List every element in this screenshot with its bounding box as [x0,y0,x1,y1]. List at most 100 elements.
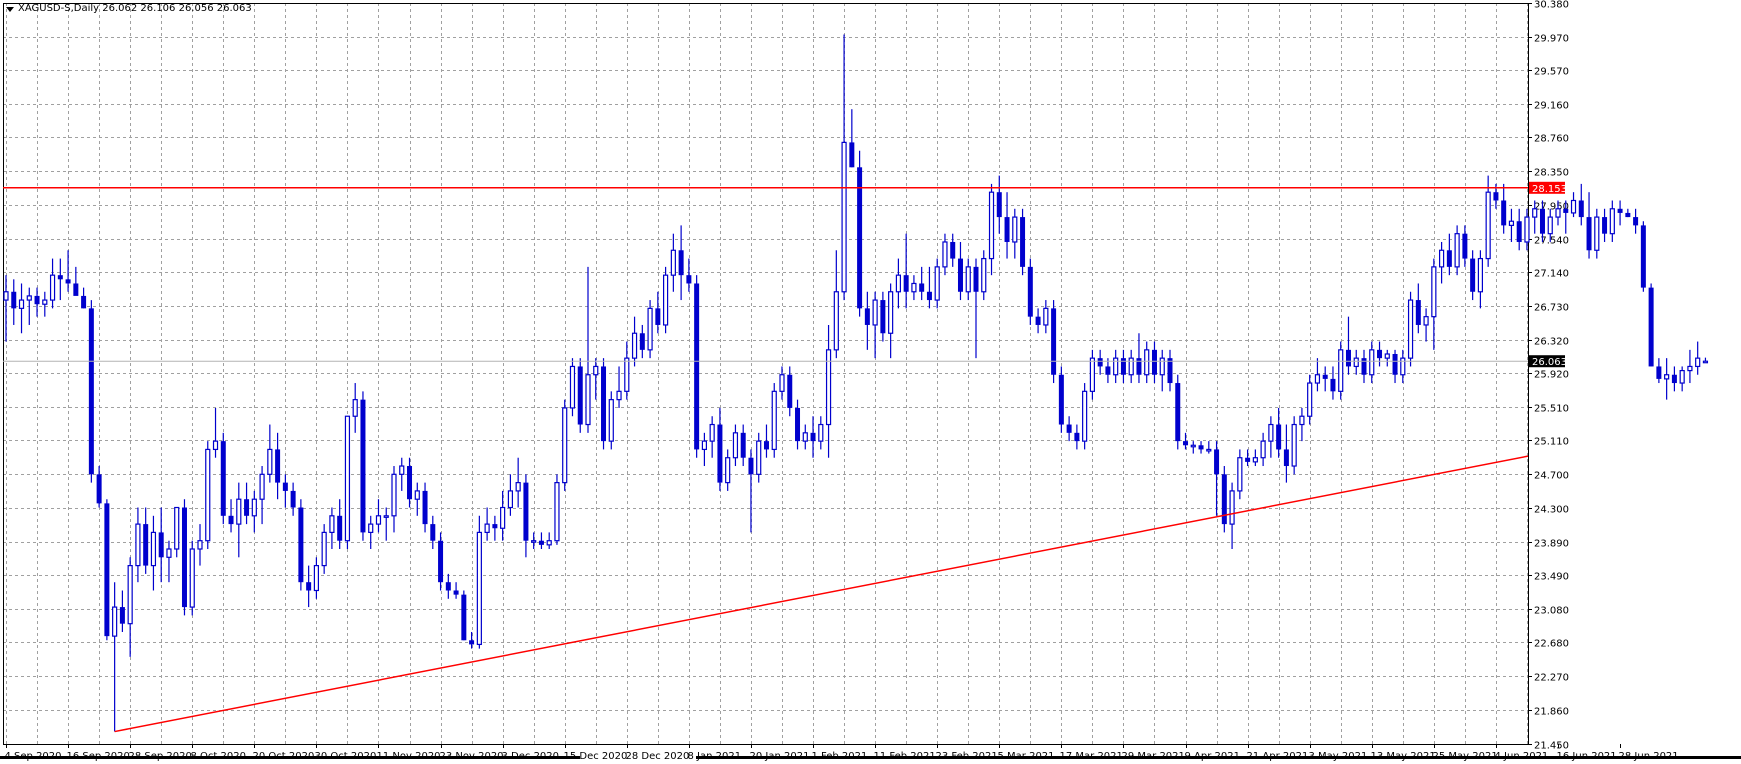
candle-body-bear [810,432,816,442]
candle-body-bull [1159,357,1165,376]
candle-body-bull [321,531,327,567]
candle [344,415,351,549]
candle [934,258,940,309]
candle-body-bear [1105,366,1111,375]
candle-body-bull [166,548,172,558]
candle [1407,291,1414,367]
candle-body-bull [135,523,141,567]
candle [1400,349,1406,384]
candle [608,391,614,450]
candle-body-bear [1446,250,1452,267]
candle [1183,432,1189,450]
candle-body-bull [631,332,638,359]
candle [3,275,9,342]
candle-body-bear [1058,374,1064,425]
candle-body-bear [73,283,79,296]
current-price-badge: 26.063 [1529,355,1567,368]
candle-body-bear [1493,192,1499,201]
candle [391,466,397,533]
candle-body-bull [1524,216,1530,243]
tab-bar-left [0,756,580,759]
candle-body-bear [1035,316,1041,325]
candle [1438,241,1445,284]
candle [282,474,288,508]
candle [748,449,754,533]
chart-menu-icon[interactable] [6,7,14,12]
candle-body-bull [771,390,777,451]
candle-body-bear [1640,225,1646,288]
drawn-lines[interactable] [3,187,1529,733]
candle-body-bull [756,440,762,475]
candle [244,482,250,525]
candle [236,482,242,558]
candle [864,291,870,350]
candle-body-bear [950,241,956,259]
y-tick-label: 27.540 [1534,236,1569,247]
y-tick-label: 25.510 [1534,404,1569,415]
candle-body-bull [1570,199,1577,214]
candle [1260,432,1266,467]
candle-body-bear [1276,424,1282,450]
candle [872,291,878,359]
candle-body-bull [1702,360,1709,364]
candle-body-bull [546,540,552,546]
candle-body-bear [1066,424,1072,433]
candle [1671,366,1677,392]
candle-body-bull [1089,357,1096,392]
candle-body-bear [453,590,459,595]
candle [181,499,187,616]
candle-body-bear [1501,200,1507,226]
candle [1198,441,1204,454]
candle-body-bull [531,540,537,543]
candle [453,582,459,599]
candle-body-bull [895,274,902,293]
candle-body-bull [981,257,987,293]
support-trendline[interactable] [114,455,1529,733]
candle [399,457,405,491]
candle-body-bear [1120,358,1126,375]
candle-body-bear [1322,374,1328,379]
candle-body-bear [1377,349,1383,359]
candle [1299,407,1305,442]
candle-body-bull [1113,357,1119,376]
candle-body-bear [65,279,71,284]
candle-body-bull [251,498,257,517]
candle-body-bull [1043,307,1049,326]
y-tick-label: 25.110 [1534,437,1569,448]
candle [119,590,125,632]
candle [546,532,552,549]
candle [740,424,746,467]
candle-body-bear [1004,217,1010,242]
candle [818,416,824,450]
candle [1586,192,1592,259]
candle-body-bear [740,432,746,458]
candle [484,507,490,541]
candle [313,557,319,599]
current-price-badge-label: 26.063 [1532,357,1567,368]
candle-body-bull [709,423,715,442]
candle [1431,258,1437,350]
candle [717,407,723,491]
x-tick-label: 28 Dec 2020 [626,751,690,762]
candlestick-chart[interactable]: 30.38029.97029.57029.16028.76028.35027.9… [0,0,1741,764]
candle-body-bear [1183,441,1189,446]
candle [306,565,312,608]
candle-body-bull [1547,216,1553,235]
candle-body-bear [360,399,366,533]
candle-body-bear [445,582,451,591]
candle-body-bull [26,295,32,301]
candle [1477,250,1484,309]
candle-body-bull [1237,457,1243,492]
candle-body-bear [96,474,102,504]
candle-body-bear [228,515,234,525]
candle-body-bull [1555,208,1561,218]
candle [1066,416,1072,442]
candle-body-bull [267,448,273,475]
candle-body-bear [220,441,226,516]
candle [11,279,17,325]
candle-body-bear [1283,449,1289,467]
candle [1128,349,1134,384]
candle-body-bull [872,299,878,326]
candle-body-bull [988,191,995,260]
y-tick-label: 24.700 [1534,471,1569,482]
